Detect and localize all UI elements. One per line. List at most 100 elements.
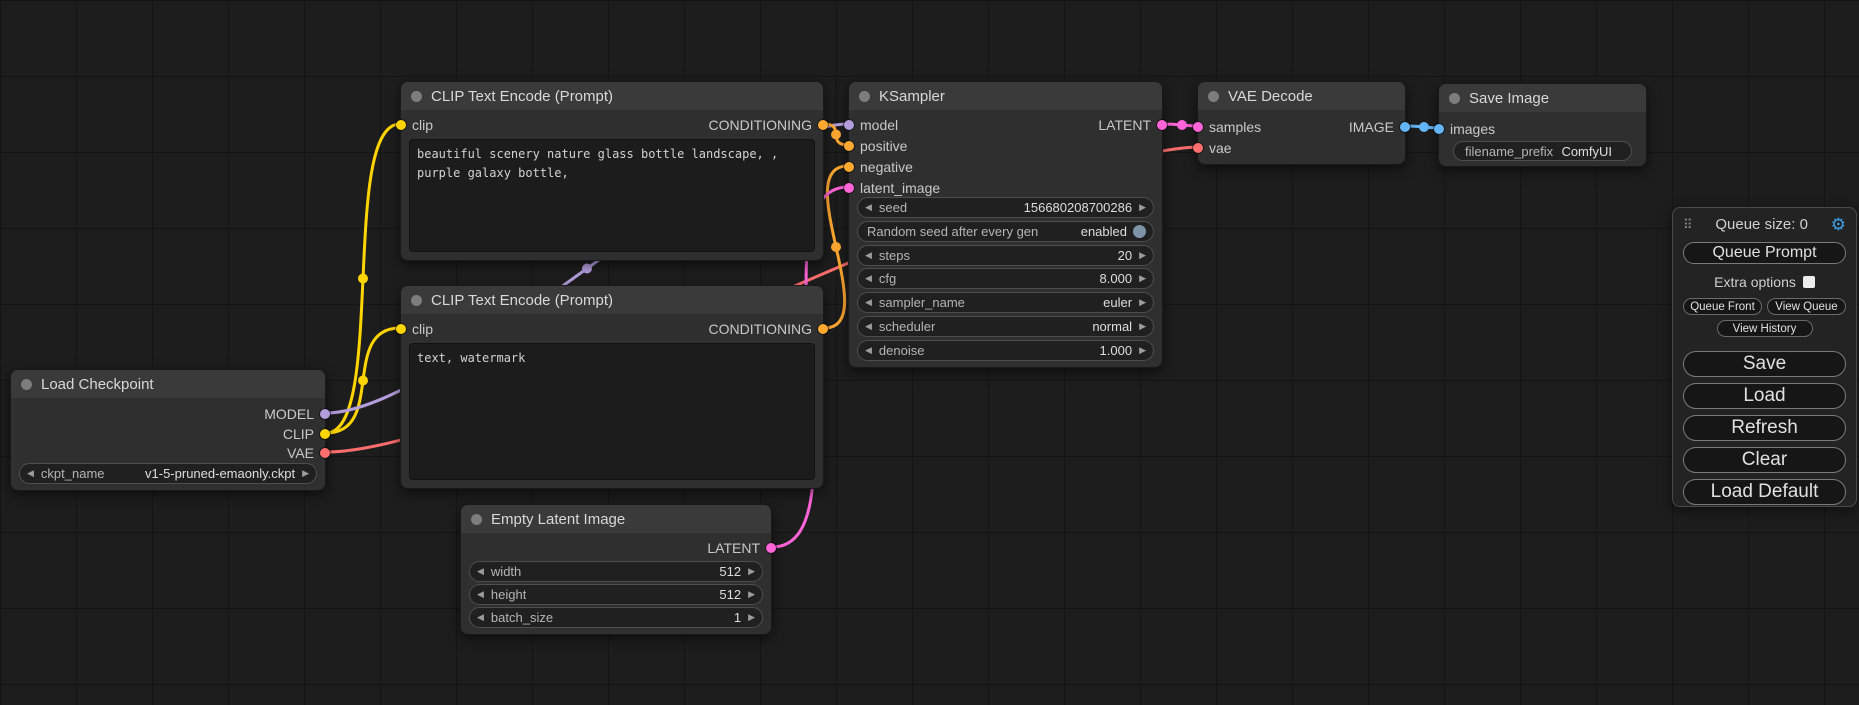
latent-slot-dot[interactable] <box>766 543 776 553</box>
cfg-widget[interactable]: ◀ cfg 8.000 ▶ <box>857 268 1154 289</box>
latent-slot-dot[interactable] <box>844 183 854 193</box>
input-slot-clip[interactable]: clip <box>396 319 433 339</box>
decrement-arrow-icon[interactable]: ◀ <box>27 469 34 478</box>
output-slot-conditioning[interactable]: CONDITIONING <box>709 115 828 135</box>
settings-gear-icon[interactable]: ⚙ <box>1831 216 1846 233</box>
model-slot-dot[interactable] <box>844 120 854 130</box>
positive-prompt-textarea[interactable]: beautiful scenery nature glass bottle la… <box>409 139 815 252</box>
increment-arrow-icon[interactable]: ▶ <box>1139 346 1146 355</box>
model-slot-dot[interactable] <box>320 409 330 419</box>
queue-front-button[interactable]: Queue Front <box>1683 298 1762 315</box>
node-title-bar[interactable]: VAE Decode <box>1198 82 1405 110</box>
sampler-name-widget[interactable]: ◀ sampler_name euler ▶ <box>857 292 1154 313</box>
latent-slot-dot[interactable] <box>1157 120 1167 130</box>
conditioning-slot-dot[interactable] <box>844 141 854 151</box>
decrement-arrow-icon[interactable]: ◀ <box>865 298 872 307</box>
collapse-dot-icon[interactable] <box>21 379 32 390</box>
vae-slot-dot[interactable] <box>320 448 330 458</box>
save-button[interactable]: Save <box>1683 351 1846 377</box>
conditioning-slot-dot[interactable] <box>844 162 854 172</box>
output-slot-conditioning[interactable]: CONDITIONING <box>709 319 828 339</box>
input-slot-positive[interactable]: positive <box>844 136 907 156</box>
decrement-arrow-icon[interactable]: ◀ <box>865 346 872 355</box>
input-slot-latent-image[interactable]: latent_image <box>844 178 940 198</box>
collapse-dot-icon[interactable] <box>411 91 422 102</box>
denoise-widget[interactable]: ◀ denoise 1.000 ▶ <box>857 340 1154 361</box>
decrement-arrow-icon[interactable]: ◀ <box>865 251 872 260</box>
comfyui-canvas[interactable]: Load Checkpoint MODEL CLIP VAE ◀ ckpt_na… <box>0 0 1859 705</box>
random-seed-control-widget[interactable]: Random seed after every gen enabled <box>857 221 1154 242</box>
clear-button[interactable]: Clear <box>1683 447 1846 473</box>
view-history-button[interactable]: View History <box>1717 320 1813 337</box>
increment-arrow-icon[interactable]: ▶ <box>1139 322 1146 331</box>
output-slot-clip[interactable]: CLIP <box>283 424 330 444</box>
node-save-image[interactable]: Save Image images filename_prefix ComfyU… <box>1438 83 1647 167</box>
input-slot-images[interactable]: images <box>1434 119 1495 139</box>
height-widget[interactable]: ◀ height 512 ▶ <box>469 584 763 605</box>
clip-slot-dot[interactable] <box>396 324 406 334</box>
decrement-arrow-icon[interactable]: ◀ <box>865 203 872 212</box>
ckpt-name-widget[interactable]: ◀ ckpt_name v1-5-pruned-emaonly.ckpt ▶ <box>19 463 317 484</box>
output-slot-latent[interactable]: LATENT <box>1098 115 1167 135</box>
clip-slot-dot[interactable] <box>320 429 330 439</box>
steps-widget[interactable]: ◀ steps 20 ▶ <box>857 245 1154 266</box>
collapse-dot-icon[interactable] <box>411 295 422 306</box>
input-slot-samples[interactable]: samples <box>1193 117 1261 137</box>
node-clip-text-encode-negative[interactable]: CLIP Text Encode (Prompt) clip CONDITION… <box>400 285 824 489</box>
conditioning-slot-dot[interactable] <box>818 324 828 334</box>
drag-handle-icon[interactable]: ⠿ <box>1683 217 1693 233</box>
node-title-bar[interactable]: Load Checkpoint <box>11 370 325 398</box>
node-load-checkpoint[interactable]: Load Checkpoint MODEL CLIP VAE ◀ ckpt_na… <box>10 369 326 491</box>
output-slot-model[interactable]: MODEL <box>264 404 330 424</box>
input-slot-model[interactable]: model <box>844 115 898 135</box>
vae-slot-dot[interactable] <box>1193 143 1203 153</box>
increment-arrow-icon[interactable]: ▶ <box>1139 274 1146 283</box>
seed-widget[interactable]: ◀ seed 156680208700286 ▶ <box>857 197 1154 218</box>
node-vae-decode[interactable]: VAE Decode samples vae IMAGE <box>1197 81 1406 165</box>
node-ksampler[interactable]: KSampler model positive negative latent_… <box>848 81 1163 368</box>
conditioning-slot-dot[interactable] <box>818 120 828 130</box>
increment-arrow-icon[interactable]: ▶ <box>1139 298 1146 307</box>
decrement-arrow-icon[interactable]: ◀ <box>477 567 484 576</box>
latent-slot-dot[interactable] <box>1193 122 1203 132</box>
collapse-dot-icon[interactable] <box>471 514 482 525</box>
filename-prefix-widget[interactable]: filename_prefix ComfyUI <box>1453 141 1632 161</box>
input-slot-negative[interactable]: negative <box>844 157 913 177</box>
increment-arrow-icon[interactable]: ▶ <box>748 590 755 599</box>
image-slot-dot[interactable] <box>1434 124 1444 134</box>
toggle-dot-icon[interactable] <box>1133 225 1146 238</box>
load-button[interactable]: Load <box>1683 383 1846 409</box>
increment-arrow-icon[interactable]: ▶ <box>748 567 755 576</box>
input-slot-clip[interactable]: clip <box>396 115 433 135</box>
node-clip-text-encode-positive[interactable]: CLIP Text Encode (Prompt) clip CONDITION… <box>400 81 824 261</box>
node-empty-latent-image[interactable]: Empty Latent Image LATENT ◀ width 512 ▶ … <box>460 504 772 635</box>
collapse-dot-icon[interactable] <box>859 91 870 102</box>
decrement-arrow-icon[interactable]: ◀ <box>477 613 484 622</box>
node-title-bar[interactable]: CLIP Text Encode (Prompt) <box>401 82 823 110</box>
increment-arrow-icon[interactable]: ▶ <box>1139 251 1146 260</box>
node-title-bar[interactable]: Empty Latent Image <box>461 505 771 533</box>
clip-slot-dot[interactable] <box>396 120 406 130</box>
node-title-bar[interactable]: Save Image <box>1439 84 1646 112</box>
output-slot-latent[interactable]: LATENT <box>707 538 776 558</box>
input-slot-vae[interactable]: vae <box>1193 138 1232 158</box>
scheduler-widget[interactable]: ◀ scheduler normal ▶ <box>857 316 1154 337</box>
output-slot-image[interactable]: IMAGE <box>1349 117 1410 137</box>
decrement-arrow-icon[interactable]: ◀ <box>865 274 872 283</box>
view-queue-button[interactable]: View Queue <box>1767 298 1846 315</box>
increment-arrow-icon[interactable]: ▶ <box>302 469 309 478</box>
width-widget[interactable]: ◀ width 512 ▶ <box>469 561 763 582</box>
decrement-arrow-icon[interactable]: ◀ <box>477 590 484 599</box>
increment-arrow-icon[interactable]: ▶ <box>748 613 755 622</box>
refresh-button[interactable]: Refresh <box>1683 415 1846 441</box>
collapse-dot-icon[interactable] <box>1449 93 1460 104</box>
queue-prompt-button[interactable]: Queue Prompt <box>1683 242 1846 264</box>
increment-arrow-icon[interactable]: ▶ <box>1139 203 1146 212</box>
batch-size-widget[interactable]: ◀ batch_size 1 ▶ <box>469 607 763 628</box>
load-default-button[interactable]: Load Default <box>1683 479 1846 505</box>
node-title-bar[interactable]: KSampler <box>849 82 1162 110</box>
decrement-arrow-icon[interactable]: ◀ <box>865 322 872 331</box>
output-slot-vae[interactable]: VAE <box>287 443 330 463</box>
extra-options-checkbox[interactable] <box>1803 276 1815 288</box>
node-title-bar[interactable]: CLIP Text Encode (Prompt) <box>401 286 823 314</box>
